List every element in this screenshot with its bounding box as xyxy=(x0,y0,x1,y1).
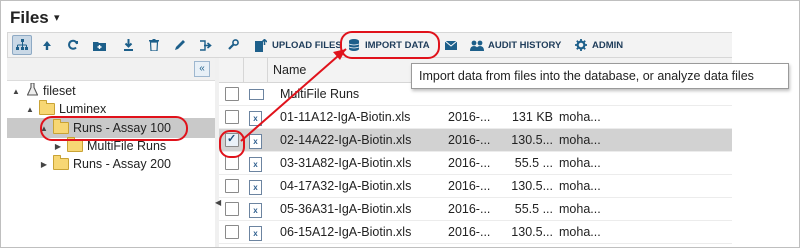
flask-icon xyxy=(25,82,39,99)
move-icon[interactable] xyxy=(197,36,215,54)
excel-file-icon: x xyxy=(249,225,262,241)
file-date: 2016-... xyxy=(448,110,491,124)
file-user: moha... xyxy=(559,202,601,216)
file-name[interactable]: 04-17A32-IgA-Biotin.xls xyxy=(280,179,411,193)
refresh-icon[interactable] xyxy=(64,36,82,54)
file-user: moha... xyxy=(559,156,601,170)
file-size: 130.5... xyxy=(511,133,553,147)
upload-files-label: UPLOAD FILES xyxy=(272,39,342,51)
tree-item-label: Runs - Assay 200 xyxy=(73,157,171,171)
download-icon[interactable] xyxy=(119,36,137,54)
file-user: moha... xyxy=(559,110,601,124)
file-date: 2016-... xyxy=(448,202,491,216)
table-row[interactable]: x 03-31A82-IgA-Biotin.xls 2016-... 55.5 … xyxy=(219,152,732,175)
users-icon xyxy=(470,38,484,52)
excel-file-icon: x xyxy=(249,110,262,126)
table-row-selected[interactable]: x 02-14A22-IgA-Biotin.xls 2016-... 130.5… xyxy=(219,129,732,152)
file-name[interactable]: 05-36A31-IgA-Biotin.xls xyxy=(280,202,411,216)
row-checkbox[interactable] xyxy=(225,179,239,193)
folder-icon xyxy=(67,137,83,152)
title-bar: Files ▾ xyxy=(1,1,799,33)
upload-icon xyxy=(254,38,268,52)
tree-icon[interactable] xyxy=(12,35,32,55)
audit-history-button[interactable]: AUDIT HISTORY xyxy=(470,36,561,54)
row-checkbox[interactable] xyxy=(225,110,239,124)
tree-item-runs-assay-200[interactable]: ▶ Runs - Assay 200 xyxy=(7,154,247,174)
tree-item-label: Luminex xyxy=(59,102,107,116)
folder-icon xyxy=(53,155,69,170)
row-checkbox[interactable] xyxy=(225,87,239,101)
folder-tree-panel: « ▲ fileset ▲ Luminex ▲ Runs - Assay 100… xyxy=(7,58,219,247)
expand-toggle-icon[interactable]: ▲ xyxy=(25,105,35,114)
tree-item-fileset[interactable]: ▲ fileset xyxy=(7,81,219,101)
file-name[interactable]: MultiFile Runs xyxy=(280,87,359,101)
file-name[interactable]: 02-14A22-IgA-Biotin.xls xyxy=(280,133,411,147)
runs-assay-100-highlight xyxy=(40,116,188,141)
admin-button[interactable]: ADMIN xyxy=(574,36,623,54)
row-checkbox[interactable] xyxy=(225,225,239,239)
email-icon[interactable] xyxy=(442,36,460,54)
expand-toggle-icon[interactable]: ▶ xyxy=(53,142,63,151)
row-checkbox[interactable] xyxy=(225,202,239,216)
tree-header: « xyxy=(7,58,215,81)
page-title: Files xyxy=(10,8,49,27)
file-user: moha... xyxy=(559,133,601,147)
tree-item-label: MultiFile Runs xyxy=(87,139,167,153)
audit-history-label: AUDIT HISTORY xyxy=(488,39,562,51)
title-menu-caret-icon[interactable]: ▾ xyxy=(54,11,60,24)
excel-file-icon: x xyxy=(249,133,262,149)
file-date: 2016-... xyxy=(448,156,491,170)
file-size: 130.5... xyxy=(511,225,553,239)
file-date: 2016-... xyxy=(448,179,491,193)
file-user: moha... xyxy=(559,179,601,193)
table-row[interactable]: x 01-11A12-IgA-Biotin.xls 2016-... 131 K… xyxy=(219,106,732,129)
upload-files-button[interactable]: UPLOAD FILES xyxy=(254,36,342,54)
delete-icon[interactable] xyxy=(145,36,163,54)
expand-toggle-icon[interactable]: ▶ xyxy=(39,160,49,169)
file-size: 55.5 ... xyxy=(514,202,553,216)
import-data-tooltip: Import data from files into the database… xyxy=(411,63,789,89)
file-name[interactable]: 03-31A82-IgA-Biotin.xls xyxy=(280,156,411,170)
new-folder-icon[interactable] xyxy=(91,36,109,54)
file-user: moha... xyxy=(559,225,601,239)
folder-icon xyxy=(39,100,55,115)
select-all-column[interactable] xyxy=(219,58,244,82)
collapse-panel-icon[interactable]: « xyxy=(194,61,210,77)
file-name[interactable]: 06-15A12-IgA-Biotin.xls xyxy=(280,225,411,239)
import-data-highlight xyxy=(340,31,440,59)
excel-file-icon: x xyxy=(249,202,262,218)
tree-item-label: fileset xyxy=(43,84,76,98)
settings-icon[interactable] xyxy=(224,36,242,54)
edit-icon[interactable] xyxy=(171,36,189,54)
file-date: 2016-... xyxy=(448,133,491,147)
expand-toggle-icon[interactable]: ▲ xyxy=(11,87,21,96)
file-size: 131 KB xyxy=(511,110,553,124)
table-row[interactable]: x 06-15A12-IgA-Biotin.xls 2016-... 130.5… xyxy=(219,221,732,244)
file-name[interactable]: 01-11A12-IgA-Biotin.xls xyxy=(280,110,410,124)
up-icon[interactable] xyxy=(38,36,56,54)
checkbox-highlight xyxy=(219,130,245,158)
file-date: 2016-... xyxy=(448,225,491,239)
excel-file-icon: x xyxy=(249,179,262,195)
excel-file-icon: x xyxy=(249,156,262,172)
type-column[interactable] xyxy=(243,58,268,82)
admin-label: ADMIN xyxy=(592,39,624,51)
gear-icon xyxy=(574,38,588,52)
file-size: 130.5... xyxy=(511,179,553,193)
file-size: 55.5 ... xyxy=(514,156,553,170)
name-column-header[interactable]: Name xyxy=(273,63,306,77)
table-row[interactable]: x 05-36A31-IgA-Biotin.xls 2016-... 55.5 … xyxy=(219,198,732,221)
file-browser-window: Files ▾ UPLOAD FILES IMPORT DATA AUDIT H… xyxy=(0,0,800,248)
folder-icon xyxy=(249,87,264,103)
table-row[interactable]: x 04-17A32-IgA-Biotin.xls 2016-... 130.5… xyxy=(219,175,732,198)
row-checkbox[interactable] xyxy=(225,156,239,170)
